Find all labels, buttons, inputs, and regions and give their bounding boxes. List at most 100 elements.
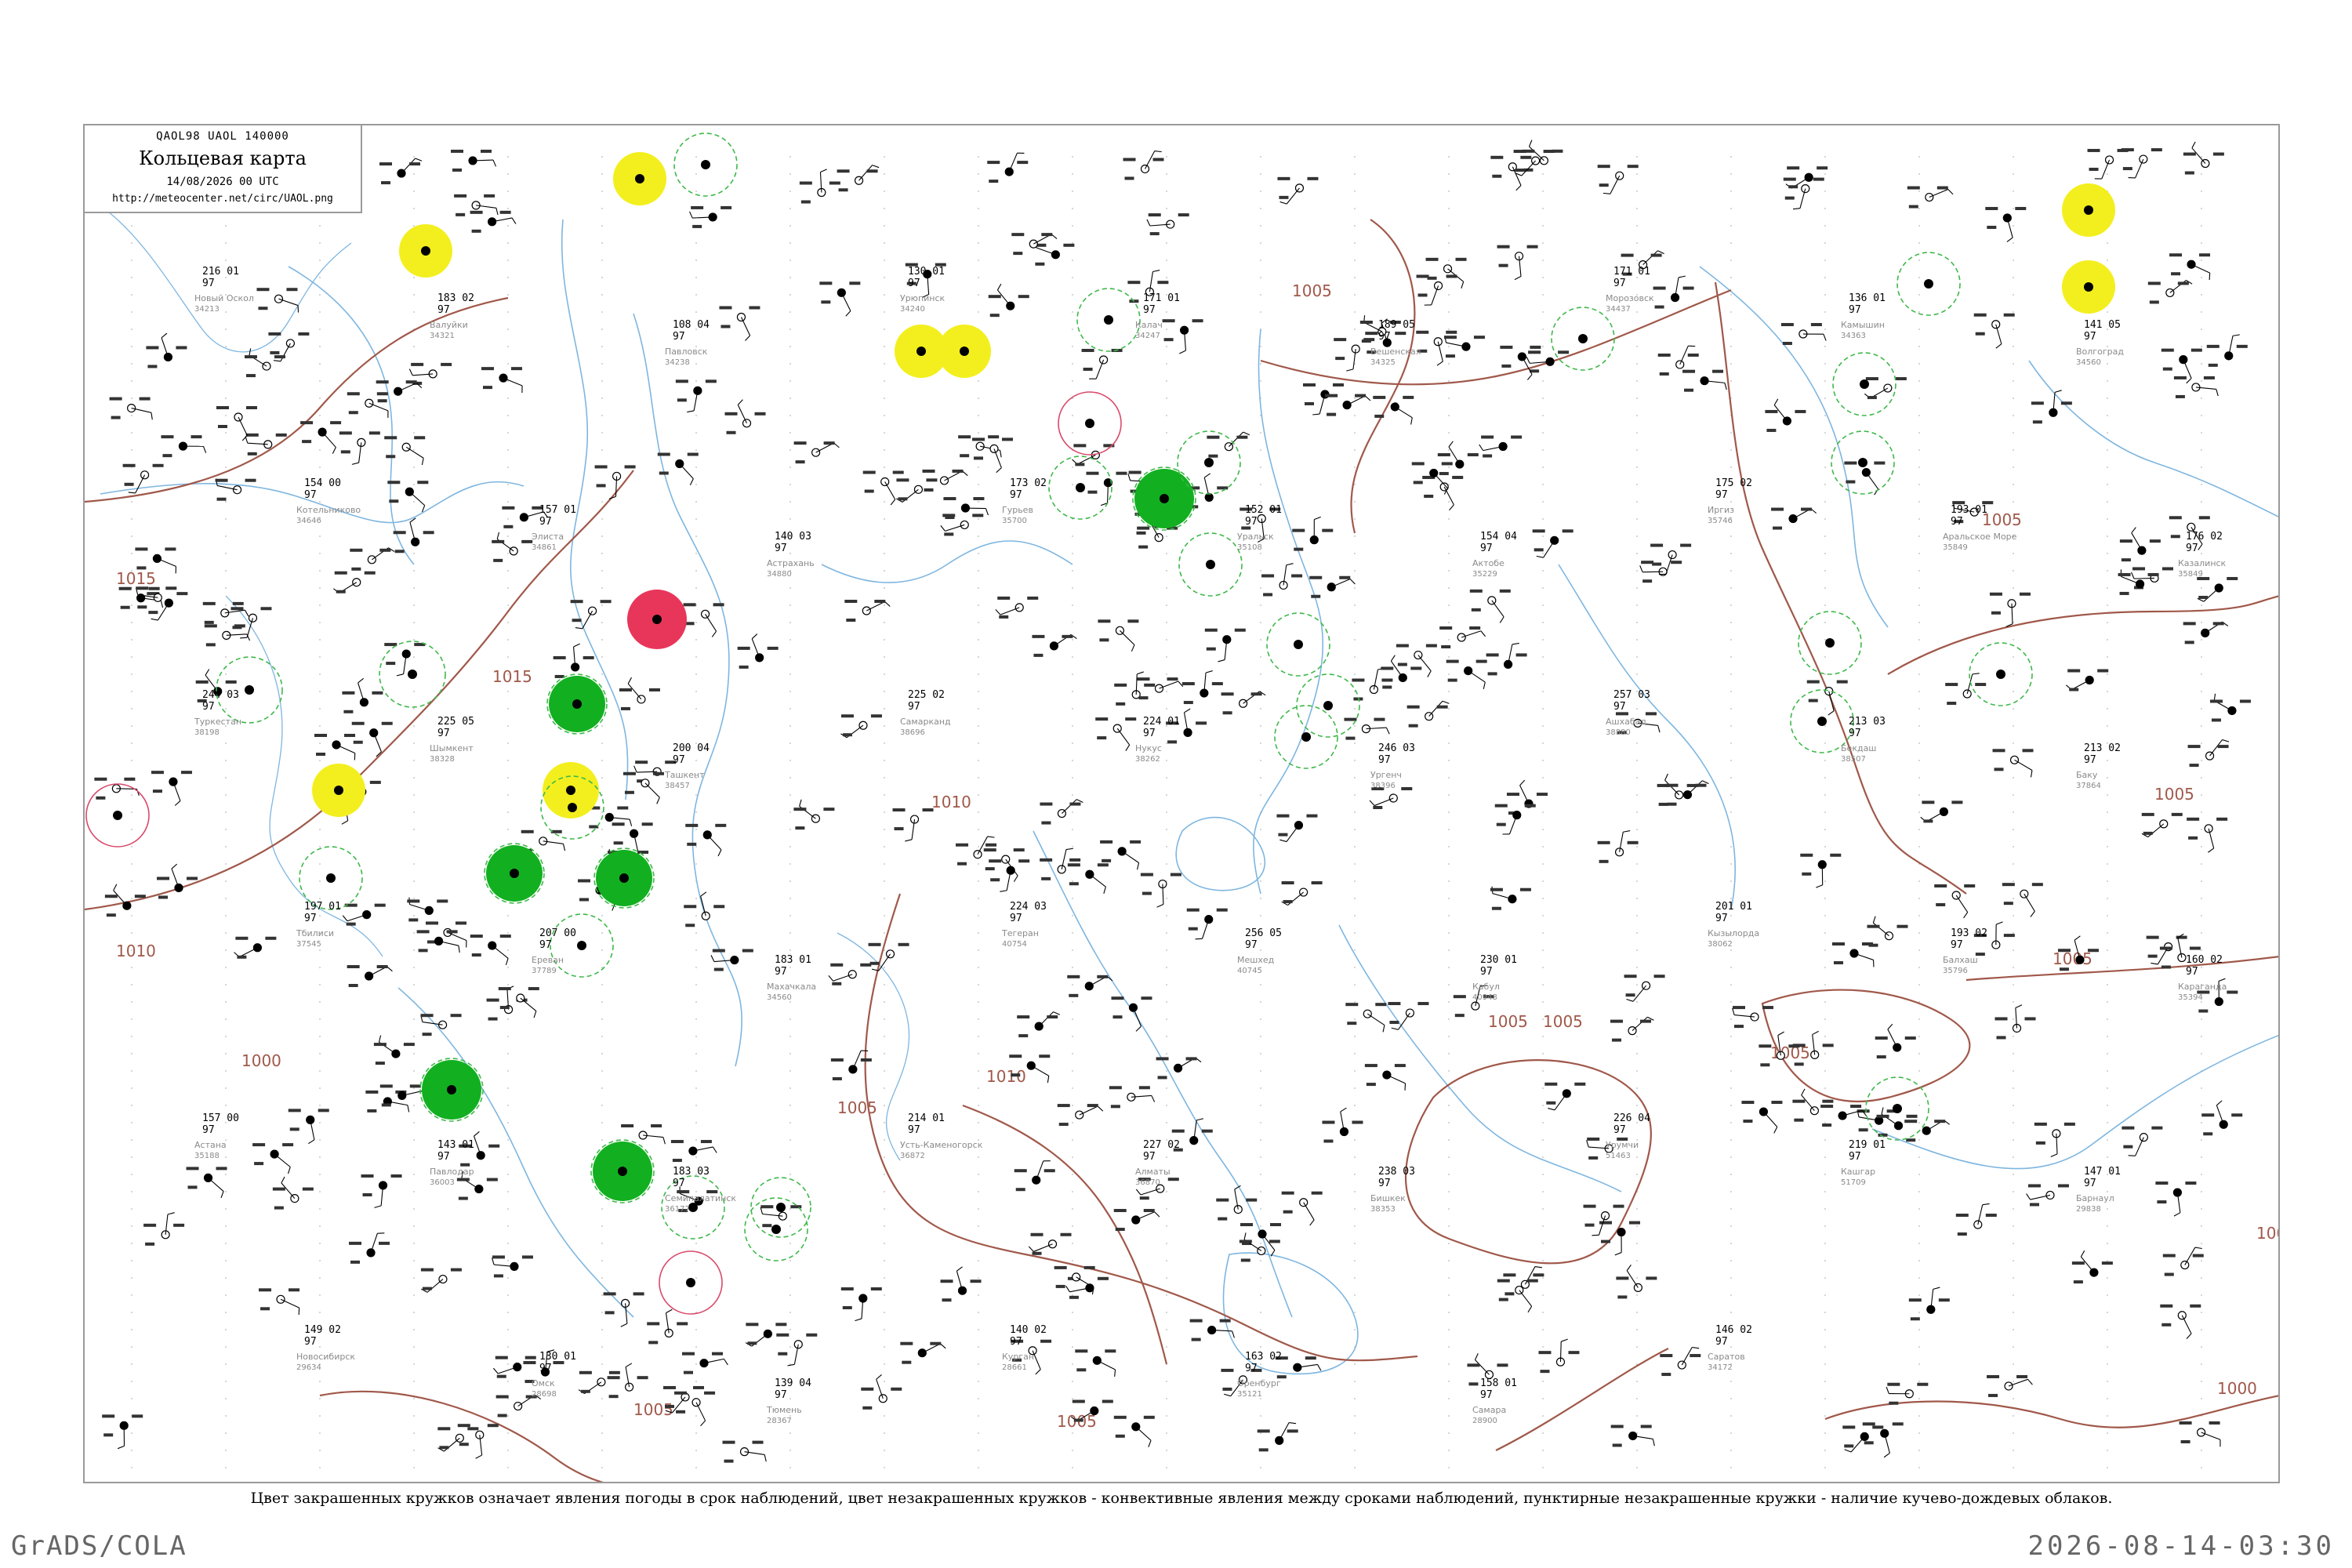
temperature-mark — [579, 1370, 592, 1374]
grid-dot — [695, 449, 697, 451]
wind-feather-icon — [1156, 904, 1164, 908]
isobar-line — [1404, 1059, 1652, 1265]
pressure-mark — [1143, 1209, 1155, 1213]
dewpoint-mark — [2069, 688, 2079, 691]
grid-dot — [1730, 915, 1732, 916]
pressure-mark — [637, 851, 649, 855]
wind-feather-icon — [505, 958, 509, 966]
grid-dot — [1448, 363, 1450, 365]
grid-dot — [1448, 898, 1450, 899]
dewpoint-mark — [386, 662, 396, 666]
station-dot-icon — [771, 1225, 781, 1234]
temperature-mark — [215, 478, 228, 482]
temperature-mark — [1446, 659, 1459, 663]
grid-dot — [1542, 432, 1544, 434]
station-label: 246 0397Ургенч38396 — [1370, 742, 1415, 790]
grid-dot — [1448, 1053, 1450, 1054]
grid-dot — [884, 242, 885, 244]
wind-feather-icon — [332, 447, 336, 454]
grid-dot — [2013, 811, 2014, 813]
wind-feather-icon — [1887, 1023, 1893, 1030]
temperature-mark — [2183, 152, 2196, 156]
pressure-mark — [191, 435, 202, 439]
grid-dot — [507, 656, 509, 658]
grid-dot — [413, 880, 415, 882]
pressure-mark — [437, 899, 448, 903]
wind-feather-icon — [1536, 555, 1544, 558]
wind-feather-icon — [358, 677, 365, 684]
dewpoint-mark — [1991, 611, 2001, 615]
pressure-mark — [1097, 863, 1109, 867]
temperature-mark — [502, 506, 515, 510]
grid-dot — [131, 1070, 132, 1072]
grid-dot — [1824, 725, 1826, 727]
grid-dot — [978, 1001, 979, 1003]
dewpoint-mark — [1642, 579, 1653, 583]
wind-feather-icon — [1773, 398, 1779, 405]
grid-dot — [2201, 777, 2202, 779]
temperature-mark — [1240, 1223, 1254, 1227]
station-value: 219 01 — [1849, 1139, 1886, 1151]
dewpoint-mark — [439, 1446, 449, 1450]
wind-barb-icon — [1394, 406, 1413, 419]
grid-dot — [225, 1346, 227, 1348]
grid-dot — [1918, 1294, 1920, 1296]
temperature-mark — [350, 548, 363, 552]
pressure-mark — [1410, 666, 1422, 670]
dewpoint-mark — [677, 398, 687, 402]
temperature-mark — [988, 295, 1001, 299]
grid-dot — [2201, 1225, 2202, 1227]
pressure-mark — [232, 601, 244, 605]
wind-feather-icon — [1404, 1083, 1406, 1091]
grid-dot — [507, 1415, 509, 1417]
grid-dot — [2201, 622, 2202, 623]
weather-circle — [895, 325, 948, 378]
station-value: 147 01 — [2084, 1166, 2121, 1178]
grid-dot — [695, 363, 697, 365]
grid-dot — [601, 587, 603, 589]
station-name: Баку — [2076, 770, 2098, 780]
grid-dot — [2013, 1191, 2014, 1192]
grid-dot — [1166, 811, 1167, 813]
grid-dot — [507, 570, 509, 572]
temperature-mark — [1072, 1399, 1085, 1403]
grid-dot — [695, 466, 697, 468]
grid-dot — [1730, 432, 1732, 434]
grid-dot — [601, 156, 603, 158]
temperature-mark — [1054, 1265, 1067, 1269]
station-label: 157 0097Астана35188 — [194, 1112, 239, 1160]
wind-feather-icon — [1179, 350, 1186, 354]
grid-dot — [2013, 432, 2014, 434]
wind-barb-icon — [1303, 1202, 1315, 1221]
wind-feather-icon — [1881, 1107, 1884, 1115]
grid-dot — [1918, 208, 1920, 209]
temperature-mark — [1277, 176, 1290, 180]
station-value: 163 02 — [1245, 1351, 1282, 1363]
grid-dot — [1824, 518, 1826, 520]
station-plot — [570, 600, 612, 630]
grid-dot — [1072, 984, 1073, 985]
grid-dot — [978, 380, 979, 382]
grid-dot — [1260, 156, 1261, 158]
station-value: 183 02 — [437, 292, 474, 304]
isobar-label: 1010 — [116, 942, 156, 960]
grid-dot — [319, 829, 321, 830]
grid-dot — [2107, 1346, 2108, 1348]
station-label: 108 0497Павловск34238 — [665, 319, 710, 367]
grid-dot — [978, 898, 979, 899]
grid-dot — [2107, 518, 2108, 520]
dewpoint-mark — [1102, 858, 1112, 862]
temperature-mark — [635, 760, 648, 764]
temperature-mark — [607, 1376, 620, 1380]
wind-barb-icon — [1763, 1111, 1778, 1127]
grid-dot — [1918, 1174, 1920, 1175]
station-dot-icon — [566, 786, 575, 795]
station-id: 40745 — [1237, 967, 1262, 975]
grid-dot — [695, 173, 697, 175]
wind-barb-icon — [336, 744, 355, 754]
wind-barb-icon — [582, 610, 593, 630]
pressure-mark — [499, 935, 511, 938]
grid-dot — [601, 1346, 603, 1348]
grid-dot — [131, 1260, 132, 1261]
grid-dot — [507, 1225, 509, 1227]
